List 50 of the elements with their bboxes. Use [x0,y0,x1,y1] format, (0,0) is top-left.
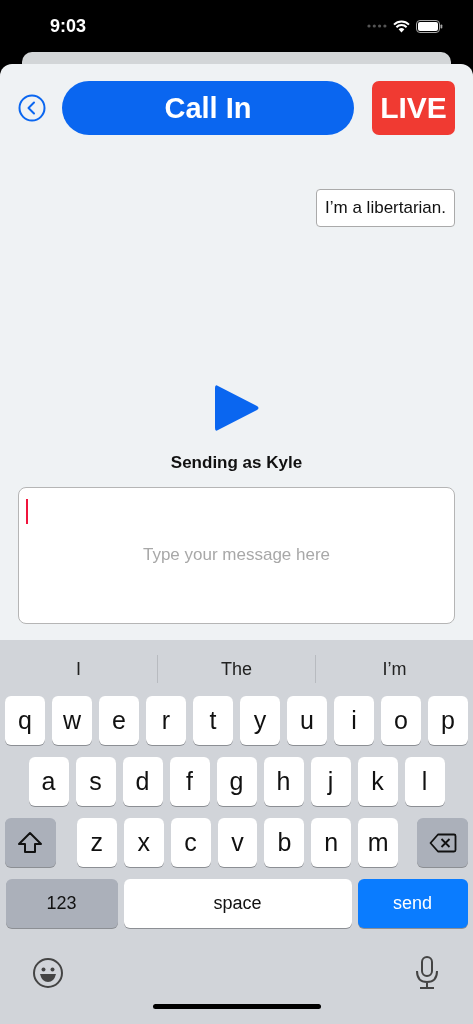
letter-key[interactable]: c [170,818,211,867]
play-icon[interactable] [213,383,260,433]
call-in-button[interactable]: Call In [62,81,354,135]
letter-key[interactable]: j [310,757,351,806]
letter-key[interactable]: u [287,696,327,745]
shift-icon [17,830,44,855]
microphone-icon[interactable] [415,956,439,990]
delete-icon [428,832,457,853]
letter-key[interactable]: b [264,818,305,867]
back-button[interactable] [18,94,46,122]
letter-key[interactable]: n [311,818,352,867]
letter-key[interactable]: f [169,757,210,806]
message-field[interactable]: Type your message here [18,487,455,624]
emoji-icon[interactable] [32,957,64,989]
numbers-key[interactable]: 123 [5,879,118,928]
letter-key[interactable]: m [358,818,399,867]
signal-dots-icon [367,24,387,28]
space-key[interactable]: space [123,879,352,928]
status-time: 9:03 [50,15,87,37]
letter-key[interactable]: s [75,757,116,806]
suggestion[interactable]: The [158,649,315,689]
letter-key[interactable]: w [52,696,92,745]
send-key[interactable]: send [357,879,468,928]
letter-key[interactable]: y [240,696,280,745]
letter-key[interactable]: a [28,757,69,806]
message-bubble: I’m a libertarian. [316,189,455,227]
letter-key[interactable]: r [146,696,186,745]
delete-key[interactable] [417,818,468,867]
letter-key[interactable]: p [428,696,468,745]
suggestion[interactable]: I’m [316,649,473,689]
letter-key[interactable]: v [217,818,258,867]
letter-key[interactable]: k [357,757,398,806]
letter-key[interactable]: o [381,696,421,745]
shift-key[interactable] [5,818,56,867]
battery-icon [416,19,443,33]
wifi-icon [393,19,410,33]
letter-key[interactable]: g [216,757,257,806]
letter-key[interactable]: l [404,757,445,806]
letter-key[interactable]: e [99,696,139,745]
letter-key[interactable]: q [5,696,45,745]
letter-key[interactable]: h [263,757,304,806]
letter-key[interactable]: t [193,696,233,745]
text-cursor [26,499,28,524]
sender-label: Sending as Kyle [169,453,304,473]
letter-key[interactable]: z [76,818,117,867]
suggestion[interactable]: I [0,649,157,689]
live-badge: LIVE [372,81,455,135]
letter-key[interactable]: d [122,757,163,806]
letter-key[interactable]: i [334,696,374,745]
letter-key[interactable]: x [123,818,164,867]
